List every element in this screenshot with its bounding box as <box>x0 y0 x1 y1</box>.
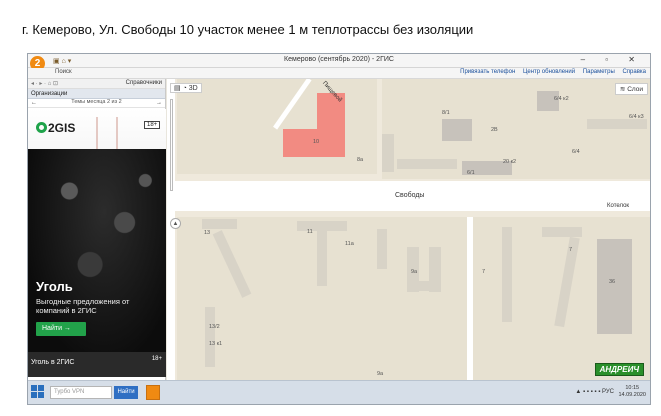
building <box>542 227 582 237</box>
layers-button[interactable]: ≋ Слои <box>614 83 648 95</box>
coal-advertisement[interactable]: 2GIS 18+ Уголь Выгодные предложения от к… <box>28 109 166 352</box>
age-badge: 18+ <box>144 121 161 129</box>
building-label: 20 к2 <box>503 159 517 165</box>
bind-phone-link[interactable]: Привязать телефон <box>460 69 515 75</box>
page-caption: г. Кемерово, Ул. Свободы 10 участок мене… <box>22 22 474 37</box>
clock-time: 10:15 <box>625 385 640 391</box>
building <box>205 307 215 367</box>
building <box>407 281 441 291</box>
organizations-tab[interactable]: Организации <box>28 89 165 99</box>
building-label: 13 <box>204 230 211 236</box>
taskbar-search-input[interactable]: Турбо VPN <box>50 386 112 399</box>
window-title: Кемерово (сентябрь 2020) - 2ГИС <box>284 56 394 63</box>
building-label: 6/4 <box>572 149 580 155</box>
building <box>397 159 457 169</box>
building-label: 6/4 к3 <box>629 114 644 120</box>
back-forward-icons[interactable]: ◂ · ▸ · ⌂ ⊡ <box>31 81 58 87</box>
building <box>317 231 327 286</box>
ad-logo: 2GIS <box>36 121 75 135</box>
road-inner <box>467 217 473 382</box>
clock-date: 14.09.2020 <box>618 392 646 398</box>
ad-title: Уголь <box>36 279 73 294</box>
ruler-icon[interactable]: ▤ <box>174 85 181 92</box>
references-menu[interactable]: Справочники <box>126 80 162 86</box>
building <box>202 219 237 229</box>
street-label-svobody: Свободы <box>395 192 425 199</box>
watermark-logo: АНДРЕИЧ <box>594 363 644 376</box>
building <box>442 119 472 141</box>
building <box>587 119 647 129</box>
topic-prev-icon[interactable]: ← <box>31 100 37 106</box>
zoom-slider[interactable] <box>170 99 173 191</box>
building <box>382 134 394 172</box>
updates-center-link[interactable]: Центр обновлений <box>523 69 575 75</box>
topic-next-icon[interactable]: → <box>156 100 162 106</box>
building-label: 9а <box>411 269 418 275</box>
building-label: 2В <box>491 127 498 133</box>
app-screenshot: 2 ▣ ⌂ ▾ Кемерово (сентябрь 2020) - 2ГИС … <box>27 53 651 405</box>
building-label: 36 <box>609 279 616 285</box>
clock[interactable]: 10:15 14.09.2020 <box>618 385 646 399</box>
compass-icon[interactable]: ▲ <box>170 218 181 229</box>
help-link[interactable]: Справка <box>622 69 646 75</box>
building <box>597 239 632 334</box>
left-panel: ◂ · ▸ · ⌂ ⊡ Справочники Организации ← Те… <box>28 79 166 382</box>
search-tab[interactable]: Поиск <box>55 69 72 75</box>
params-link[interactable]: Параметры <box>583 69 615 75</box>
building-label: 11 <box>307 229 313 235</box>
topics-label: Темы месяца 2 из 2 <box>71 99 122 105</box>
title-bar: 2 ▣ ⌂ ▾ Кемерово (сентябрь 2020) - 2ГИС … <box>28 54 650 71</box>
system-tray[interactable]: ▲ ▪ ▪ ▪ ▪ ▪ РУС <box>575 389 614 395</box>
layers-icon: ≋ <box>619 86 626 93</box>
ad-subtitle: Выгодные предложения от компаний в 2ГИС <box>36 297 130 315</box>
building-label: 9а <box>377 371 384 377</box>
tray-icons[interactable]: ▲ ▪ ▪ ▪ ▪ ▪ <box>575 389 602 395</box>
ad-find-button[interactable]: Найти → <box>36 322 86 336</box>
ad-footer[interactable]: Уголь в 2ГИС 18+ <box>28 352 166 377</box>
building-label: 6/4 к2 <box>554 96 569 102</box>
layers-label: Слои <box>627 86 643 93</box>
windows-start-icon[interactable] <box>31 385 45 399</box>
building-label: 6/1 <box>467 170 475 176</box>
2gis-logo-icon <box>36 122 47 133</box>
building-label: 8/1 <box>442 110 450 116</box>
nav-row: ◂ · ▸ · ⌂ ⊡ Справочники <box>28 79 165 89</box>
ad-footer-label: Уголь в 2ГИС <box>31 359 75 366</box>
map-view[interactable]: 6/4 к2 8/1 2В 20 к2 6/4 к3 6/4 6/1 8а 10… <box>167 79 650 382</box>
building <box>502 227 512 322</box>
mode-3d-button[interactable]: 3D <box>189 85 198 92</box>
building-label: 8а <box>357 157 364 163</box>
language-indicator[interactable]: РУС <box>602 389 614 395</box>
building-label: 13 к1 <box>209 341 223 347</box>
building-label: 10 <box>313 139 320 145</box>
building <box>377 229 387 269</box>
building-label: 13/2 <box>209 324 220 330</box>
toolbar-links: Привязать телефон Центр обновлений Парам… <box>454 69 646 75</box>
topics-pager: ← Темы месяца 2 из 2 → <box>28 99 165 108</box>
footer-age-badge: 18+ <box>151 356 162 362</box>
taskbar: Турбо VPN Найти ▲ ▪ ▪ ▪ ▪ ▪ РУС 10:15 14… <box>28 380 650 404</box>
street-label-right: Котелок <box>607 203 630 209</box>
taskbar-2gis-icon[interactable] <box>146 385 160 400</box>
taskbar-find-button[interactable]: Найти <box>114 386 138 399</box>
map-tools[interactable]: ▤ ◔ 3D <box>170 83 202 93</box>
measure-icon[interactable]: ◔ <box>183 85 187 92</box>
building-label: 7 <box>569 247 573 253</box>
building-label: 7 <box>482 269 486 275</box>
building-label: 11а <box>345 241 354 247</box>
building <box>297 221 347 231</box>
window-controls[interactable]: – ▫ ✕ <box>581 55 644 64</box>
block-area <box>177 217 650 382</box>
toolbar: Поиск Привязать телефон Центр обновлений… <box>28 68 650 79</box>
